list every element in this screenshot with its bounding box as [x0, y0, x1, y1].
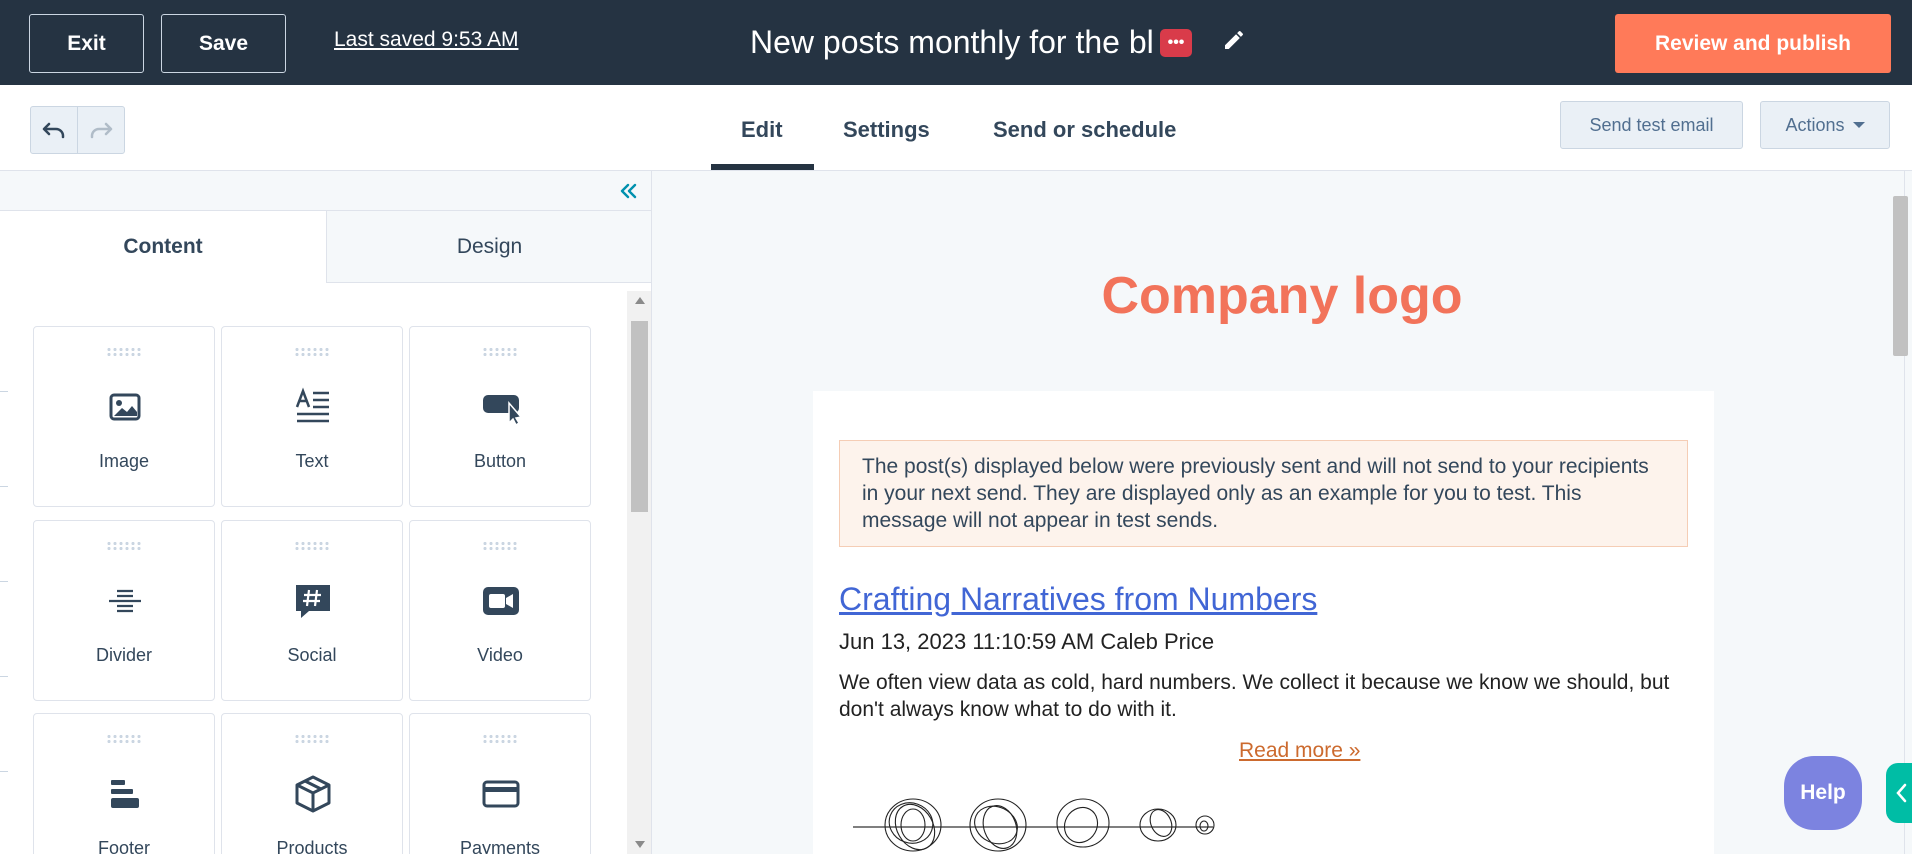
module-video[interactable]: Video	[409, 520, 591, 701]
scroll-up-icon[interactable]	[635, 297, 645, 304]
save-button[interactable]: Save	[161, 14, 286, 73]
more-badge-icon[interactable]: •••	[1160, 29, 1192, 57]
review-and-publish-button[interactable]: Review and publish	[1615, 14, 1891, 73]
last-saved-link[interactable]: Last saved 9:53 AM	[334, 28, 518, 52]
undo-redo-group	[30, 106, 125, 154]
email-body: The post(s) displayed below were previou…	[813, 391, 1714, 854]
module-label: Video	[477, 645, 523, 665]
read-more-link[interactable]: Read more »	[1239, 739, 1360, 763]
actions-label: Actions	[1785, 114, 1845, 135]
image-icon	[109, 393, 141, 421]
video-icon	[483, 587, 519, 615]
redo-button[interactable]	[78, 107, 125, 153]
drag-handle-icon[interactable]	[294, 541, 330, 551]
undo-button[interactable]	[31, 107, 78, 153]
drag-handle-icon[interactable]	[106, 734, 142, 744]
module-footer[interactable]: Footer	[33, 713, 215, 854]
scroll-down-icon[interactable]	[635, 841, 645, 848]
post-title-link[interactable]: Crafting Narratives from Numbers	[839, 581, 1317, 618]
left-panel: Content Design Image Text Button Divider…	[0, 171, 652, 854]
post-meta: Jun 13, 2023 11:10:59 AM Caleb Price	[839, 629, 1215, 654]
module-label: Footer	[97, 838, 151, 854]
divider-icon	[109, 589, 141, 613]
drag-handle-icon[interactable]	[294, 734, 330, 744]
redo-icon	[90, 122, 112, 139]
drag-handle-icon[interactable]	[106, 347, 142, 357]
module-label: Products	[276, 838, 348, 854]
editor-toolbar: Edit Settings Send or schedule Send test…	[0, 85, 1912, 171]
collapse-panel-icon[interactable]	[616, 179, 640, 203]
tab-edit[interactable]: Edit	[741, 117, 783, 143]
button-icon	[483, 395, 521, 427]
drag-handle-icon[interactable]	[482, 734, 518, 744]
module-text[interactable]: Text	[221, 326, 403, 507]
drag-handle-icon[interactable]	[294, 347, 330, 357]
drag-handle-icon[interactable]	[106, 541, 142, 551]
undo-icon	[42, 122, 64, 139]
panel-header	[0, 171, 651, 211]
company-logo[interactable]: Company logo	[1082, 266, 1482, 326]
tab-send-or-schedule[interactable]: Send or schedule	[993, 117, 1176, 143]
caret-down-icon	[1852, 122, 1865, 128]
post-excerpt: We often view data as cold, hard numbers…	[839, 671, 1670, 721]
help-button[interactable]: Help	[1784, 756, 1862, 830]
tab-settings[interactable]: Settings	[843, 117, 930, 143]
module-label: Payments	[459, 838, 541, 854]
side-drawer-tab[interactable]	[1886, 763, 1912, 823]
payments-icon	[482, 780, 520, 808]
social-icon	[296, 585, 330, 618]
example-notice: The post(s) displayed below were previou…	[839, 440, 1688, 547]
email-title[interactable]: New posts monthly for the bl	[750, 24, 1190, 61]
panel-scrollbar[interactable]	[627, 291, 651, 854]
module-divider[interactable]: Divider	[33, 520, 215, 701]
pencil-icon[interactable]	[1222, 28, 1246, 52]
tab-content[interactable]: Content	[0, 211, 326, 283]
module-label: Button	[473, 451, 527, 471]
module-products[interactable]: Products	[221, 713, 403, 854]
preview-scroll-thumb[interactable]	[1893, 196, 1908, 356]
module-button[interactable]: Button	[409, 326, 591, 507]
products-icon	[295, 775, 331, 813]
send-test-email-button[interactable]: Send test email	[1560, 101, 1743, 149]
left-ruler	[0, 291, 8, 854]
module-label: Divider	[95, 645, 152, 665]
module-label: Image	[98, 451, 150, 471]
email-preview: Company logo The post(s) displayed below…	[652, 171, 1912, 854]
actions-dropdown[interactable]: Actions	[1760, 101, 1890, 149]
exit-button[interactable]: Exit	[29, 14, 144, 73]
module-social[interactable]: Social	[221, 520, 403, 701]
footer-icon	[111, 780, 139, 808]
chevron-left-icon	[1896, 783, 1907, 803]
top-bar: Exit Save Last saved 9:53 AM New posts m…	[0, 0, 1912, 85]
drag-handle-icon[interactable]	[482, 347, 518, 357]
tab-design[interactable]: Design	[326, 211, 651, 283]
scroll-thumb[interactable]	[631, 321, 648, 512]
module-label: Social	[287, 645, 337, 665]
module-label: Text	[295, 451, 329, 471]
preview-scrollbar[interactable]	[1872, 171, 1912, 854]
drag-handle-icon[interactable]	[482, 541, 518, 551]
post-featured-image[interactable]	[843, 783, 1243, 854]
module-payments[interactable]: Payments	[409, 713, 591, 854]
module-image[interactable]: Image	[33, 326, 215, 507]
active-tab-indicator	[711, 164, 814, 170]
text-icon	[295, 387, 329, 423]
